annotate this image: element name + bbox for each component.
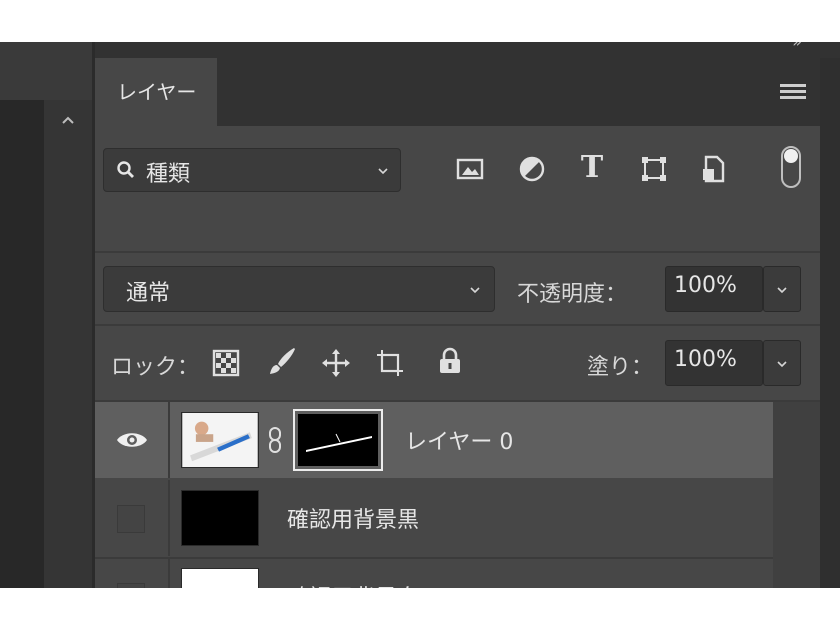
layer-row[interactable]: 確認用背景黒 (95, 480, 773, 556)
visibility-cell (95, 480, 170, 556)
layer-row[interactable]: 確認用背景白 (95, 558, 773, 588)
photoshop-layers-window: » レイヤー 種類 T (0, 42, 840, 588)
filter-toggle[interactable] (781, 146, 801, 188)
blend-mode-dropdown[interactable]: 通常 (103, 266, 495, 312)
image-filter-icon[interactable] (455, 154, 485, 184)
layer-name: 確認用背景白 (287, 580, 419, 588)
fill-slider-button[interactable] (763, 340, 801, 386)
lock-all-icon[interactable] (435, 346, 465, 376)
fill-label: 塗り： (587, 355, 654, 380)
smart-object-filter-icon[interactable] (698, 154, 728, 184)
visibility-toggle[interactable] (117, 583, 145, 588)
adjacent-panel-edge (820, 58, 840, 588)
blend-mode-label: 通常 (126, 281, 171, 306)
opacity-slider-button[interactable] (763, 266, 801, 312)
opacity-label: 不透明度： (517, 282, 628, 307)
lock-transparent-pixels-icon[interactable] (211, 348, 241, 378)
fill-value: 100% (674, 347, 737, 372)
dock-scroll-strip (44, 100, 92, 588)
lock-position-icon[interactable] (321, 348, 351, 378)
layer-thumbnail[interactable] (181, 412, 259, 468)
lock-artboard-icon[interactable] (375, 348, 405, 378)
type-filter-icon[interactable]: T (577, 150, 607, 185)
panel-header-band: » (95, 42, 840, 58)
layer-name: 確認用背景黒 (287, 508, 420, 533)
chevron-down-icon (378, 168, 388, 175)
layer-row[interactable]: レイヤー 0 (95, 402, 773, 478)
tab-layers[interactable]: レイヤー (95, 58, 217, 126)
document-area (0, 100, 44, 588)
lock-label: ロック： (111, 355, 200, 380)
search-icon (117, 161, 134, 178)
link-icon[interactable] (267, 426, 283, 454)
visibility-cell (95, 402, 170, 478)
panel-menu-icon[interactable] (780, 84, 806, 100)
opacity-input[interactable]: 100% (665, 266, 763, 312)
eye-icon[interactable] (115, 429, 149, 451)
chevron-down-icon (777, 287, 787, 294)
chevron-down-icon (470, 287, 480, 294)
fill-input[interactable]: 100% (665, 340, 763, 386)
filter-kind-dropdown[interactable]: 種類 (103, 148, 401, 192)
mask-preview (298, 414, 378, 466)
layer-name: レイヤー 0 (405, 430, 514, 455)
separator (95, 251, 820, 253)
filter-kind-label: 種類 (146, 162, 191, 187)
chevron-down-icon (777, 361, 787, 368)
chevron-up-icon[interactable] (60, 112, 76, 128)
separator (95, 324, 820, 326)
layer-thumbnail[interactable] (181, 490, 259, 546)
shape-filter-icon[interactable] (639, 154, 669, 184)
tab-layers-label: レイヤー (117, 80, 197, 104)
visibility-toggle[interactable] (117, 505, 145, 533)
layer-thumbnail[interactable] (181, 568, 259, 588)
collapse-panels-icon[interactable]: » (792, 42, 802, 51)
layers-panel: 種類 T 通常 不透明度： 100% ロック： 塗り： 100% レイヤー 0 … (95, 126, 820, 588)
opacity-value: 100% (674, 273, 737, 298)
layers-scrollbar[interactable] (773, 402, 820, 588)
lock-image-pixels-icon[interactable] (267, 346, 297, 376)
panel-tab-bar: レイヤー (95, 58, 820, 126)
type-filter-glyph: T (580, 150, 604, 185)
visibility-cell (95, 558, 170, 588)
layer-mask-thumbnail[interactable] (293, 409, 383, 471)
adjustment-filter-icon[interactable] (517, 154, 547, 184)
